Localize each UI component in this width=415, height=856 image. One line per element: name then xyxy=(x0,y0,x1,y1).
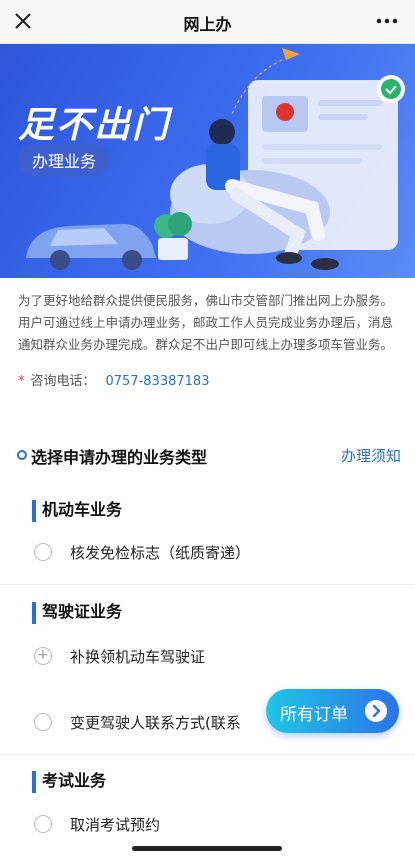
more-icon[interactable] xyxy=(375,10,399,32)
category-vehicle: 机动车业务 xyxy=(32,500,122,522)
item-label: 核发免检标志（纸质寄递） xyxy=(70,544,251,562)
home-indicator xyxy=(132,846,282,851)
item-label: 变更驾驶人联系方式(联系 xyxy=(70,714,241,732)
section-title: 选择申请办理的业务类型 xyxy=(31,448,208,467)
intro-section: 为了更好地给群众提供便民服务，佛山市交管部门推出网上办服务。用户可通过线上申请办… xyxy=(0,278,415,444)
chevron-right-icon xyxy=(365,700,387,722)
phone-row: * 咨询电话： 0757-83387183 xyxy=(18,370,397,389)
radio-icon[interactable] xyxy=(34,713,52,731)
bullet-icon xyxy=(17,450,27,460)
all-orders-button[interactable]: 所有订单 xyxy=(266,689,399,733)
radio-icon[interactable] xyxy=(34,543,52,561)
intro-text: 为了更好地给群众提供便民服务，佛山市交管部门推出网上办服务。用户可通过线上申请办… xyxy=(18,293,394,352)
list-item-cancel-exam[interactable]: 取消考试预约 xyxy=(34,811,404,837)
item-label: 补换领机动车驾驶证 xyxy=(70,648,206,666)
orders-label: 所有订单 xyxy=(280,705,348,725)
radio-icon[interactable] xyxy=(34,815,52,833)
category-license: 驾驶证业务 xyxy=(32,602,122,624)
hero-banner: 足不出门 办理业务 xyxy=(0,44,415,278)
item-label: 取消考试预约 xyxy=(70,816,161,834)
list-item-exemption-label[interactable]: 核发免检标志（纸质寄递） xyxy=(34,539,404,565)
required-mark: * xyxy=(18,374,25,389)
divider xyxy=(0,584,415,585)
top-bar: 网上办 xyxy=(0,0,415,44)
business-list: 机动车业务 核发免检标志（纸质寄递） 驾驶证业务 + 补换领机动车驾驶证 变更驾… xyxy=(0,480,415,856)
section-header: 选择申请办理的业务类型 办理须知 xyxy=(0,432,415,480)
banner-headline: 足不出门 xyxy=(18,105,171,146)
expand-plus-icon[interactable]: + xyxy=(34,647,52,665)
divider xyxy=(0,754,415,755)
category-exam: 考试业务 xyxy=(32,771,106,793)
phone-number-link[interactable]: 0757-83387183 xyxy=(106,374,210,389)
phone-label: 咨询电话： xyxy=(30,374,96,389)
page-title: 网上办 xyxy=(183,15,232,34)
banner-tag: 办理业务 xyxy=(18,144,111,176)
guide-link[interactable]: 办理须知 xyxy=(341,445,401,466)
list-item-replace-license[interactable]: + 补换领机动车驾驶证 xyxy=(34,643,404,669)
